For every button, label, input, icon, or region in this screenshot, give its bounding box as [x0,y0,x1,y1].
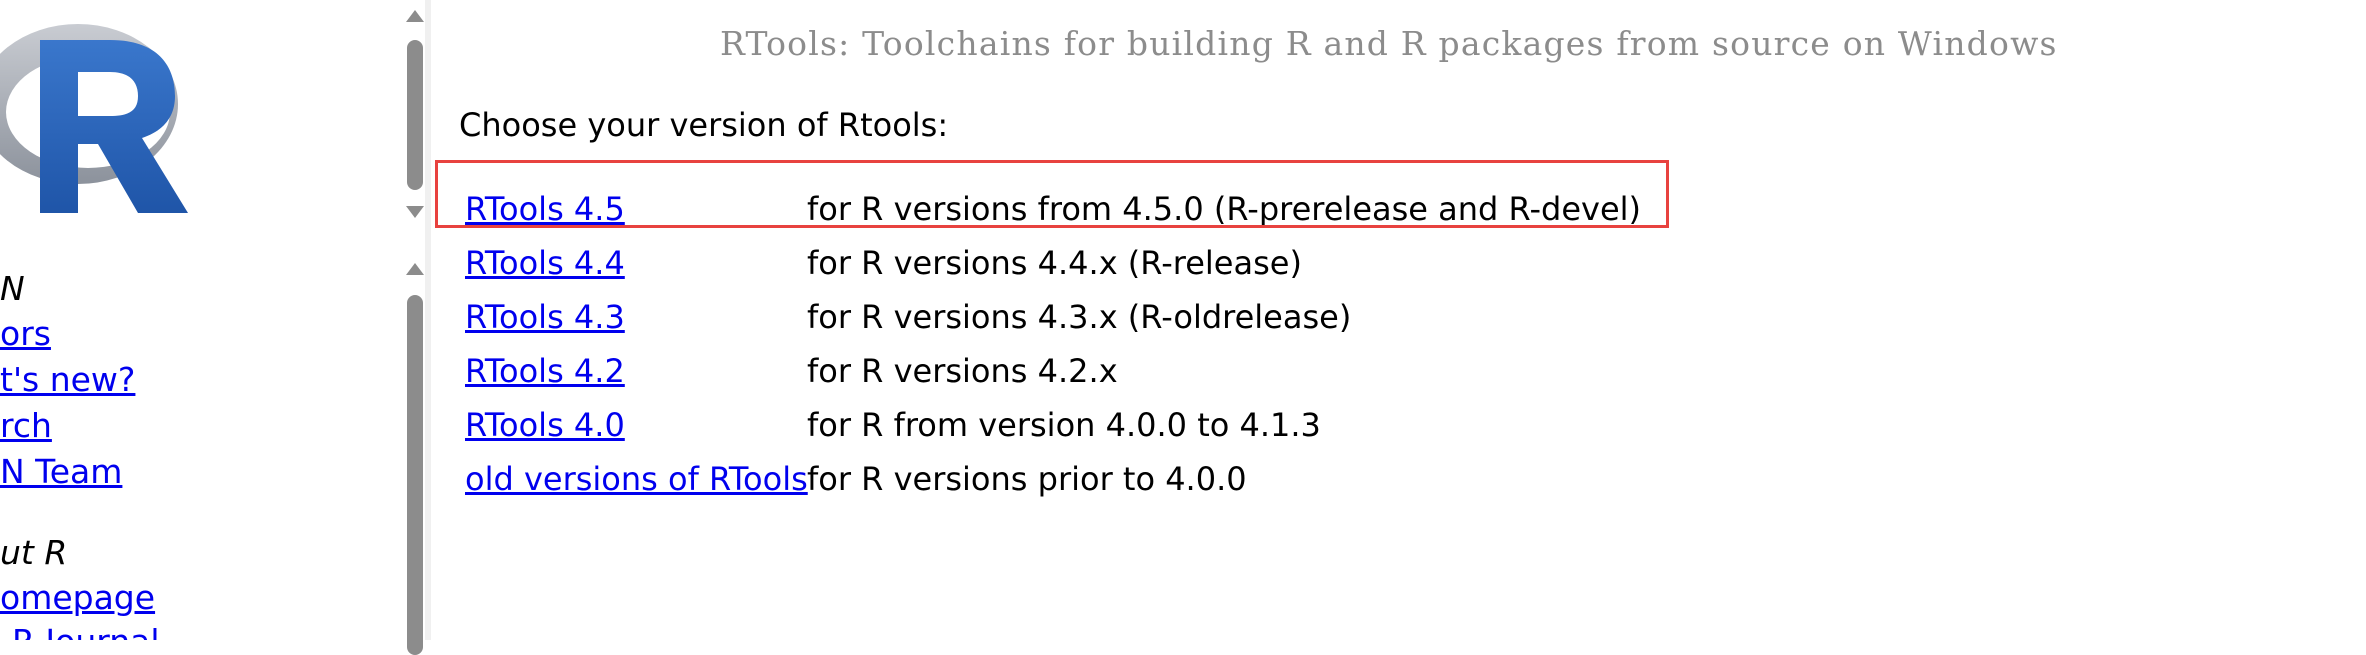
version-row-old-rtools: old versions of RTools for R versions pr… [465,460,1665,504]
scroll-up-arrow-icon[interactable] [406,10,424,22]
version-description: for R versions from 4.5.0 (R-prerelease … [807,190,1641,228]
page-title: RTools: Toolchains for building R and R … [720,24,2058,63]
version-description: for R versions 4.4.x (R-release) [807,244,1302,282]
version-row-rtools-40: RTools 4.0 for R from version 4.0.0 to 4… [465,406,1665,450]
rtools-43-link[interactable]: RTools 4.3 [465,298,625,336]
r-logo[interactable] [0,8,205,223]
nav-link-r-homepage[interactable]: omepage [0,581,155,614]
logo-frame-scrollbar[interactable] [405,0,425,225]
scroll-up-arrow-icon[interactable] [406,263,424,275]
nav-link-search[interactable]: rch [0,409,52,442]
choose-version-label: Choose your version of Rtools: [459,106,949,144]
rtools-42-link[interactable]: RTools 4.2 [465,352,625,390]
scroll-down-arrow-icon[interactable] [406,206,424,218]
nav-link-mirrors[interactable]: ors [0,317,51,350]
version-row-rtools-43: RTools 4.3 for R versions 4.3.x (R-oldre… [465,298,1665,342]
nav-heading-cran: N [0,269,25,308]
version-description: for R versions 4.3.x (R-oldrelease) [807,298,1352,336]
version-description: for R versions prior to 4.0.0 [807,460,1247,498]
old-rtools-link[interactable]: old versions of RTools [465,460,808,498]
nav-link-cran-team[interactable]: N Team [0,455,122,488]
nav-frame-scrollbar[interactable] [405,255,425,655]
scrollbar-thumb[interactable] [407,295,423,655]
rtools-45-link[interactable]: RTools 4.5 [465,190,625,228]
version-row-rtools-45: RTools 4.5 for R versions from 4.5.0 (R-… [465,190,1665,234]
scrollbar-thumb[interactable] [407,40,423,190]
version-row-rtools-44: RTools 4.4 for R versions 4.4.x (R-relea… [465,244,1665,288]
version-description: for R from version 4.0.0 to 4.1.3 [807,406,1321,444]
version-description: for R versions 4.2.x [807,352,1118,390]
left-nav-frame: N ors t's new? rch N Team ut R omepage R… [0,0,405,640]
nav-link-r-journal[interactable]: R Journal [12,625,160,640]
frame-divider[interactable] [425,0,431,640]
rtools-44-link[interactable]: RTools 4.4 [465,244,625,282]
nav-link-whats-new[interactable]: t's new? [0,363,135,396]
rtools-40-link[interactable]: RTools 4.0 [465,406,625,444]
nav-heading-about-r: ut R [0,533,68,572]
version-row-rtools-42: RTools 4.2 for R versions 4.2.x [465,352,1665,396]
